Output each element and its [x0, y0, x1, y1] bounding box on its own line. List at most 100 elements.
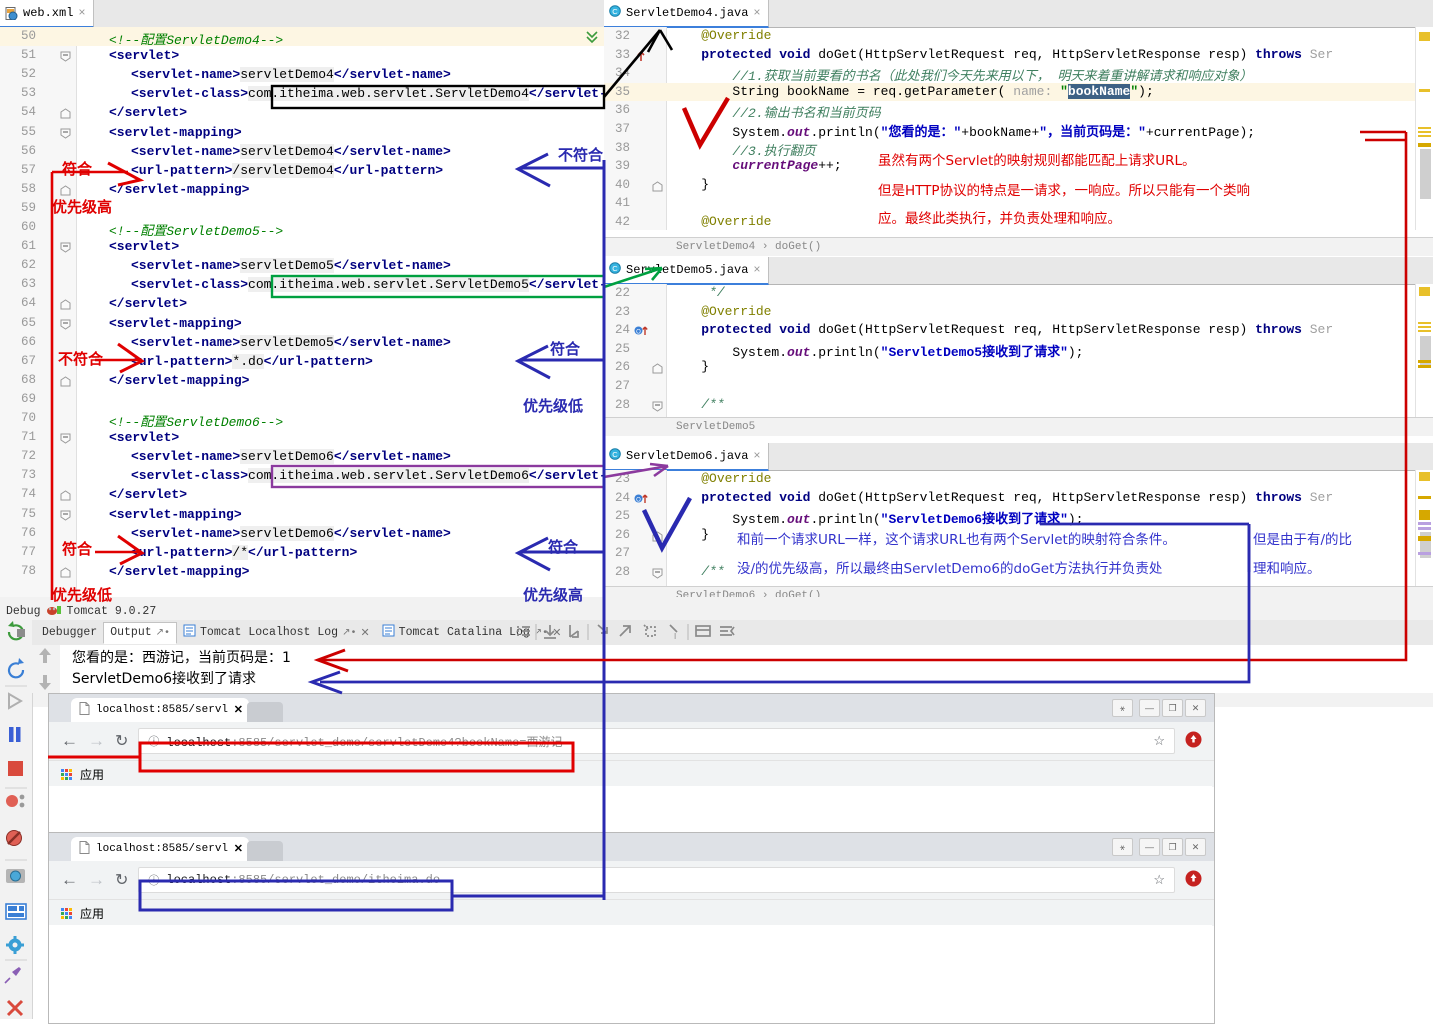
java-line-row[interactable]: 27	[604, 377, 1433, 396]
xml-line-row[interactable]: 64 </servlet>	[0, 294, 604, 313]
bookmark-apps-label[interactable]: 应用	[80, 905, 104, 922]
xml-line-row[interactable]: 65 <servlet-mapping>	[0, 314, 604, 333]
override-gutter-icon[interactable]	[636, 49, 648, 65]
tab-servletdemo4-java[interactable]: C ServletDemo4.java ×	[604, 0, 769, 28]
debug-tab-tomcat-localhost-log[interactable]: Tomcat Localhost Log ↗• ✕	[177, 623, 376, 643]
java-line-row[interactable]: 25 System.out.println("ServletDemo5接收到了请…	[604, 340, 1433, 360]
xml-line-row[interactable]: 51 <servlet>	[0, 46, 604, 65]
demo4-breadcrumb[interactable]: ServletDemo4 › doGet()	[604, 237, 1433, 256]
browser-top-newtab-ghost[interactable]	[247, 702, 283, 722]
info-circle-icon[interactable]: ⓘ	[148, 733, 159, 749]
back-arrow-icon[interactable]: ←	[61, 731, 78, 751]
java-line-row[interactable]: 24 O protected void doGet(HttpServletRequ…	[604, 321, 1433, 340]
reload-icon[interactable]: ↻	[115, 731, 128, 751]
xml-line-row[interactable]: 55 <servlet-mapping>	[0, 123, 604, 142]
debug-tab-output[interactable]: Output ↗•	[103, 621, 178, 644]
xml-line-row[interactable]: 71 <servlet>	[0, 428, 604, 447]
apps-grid-icon[interactable]	[61, 768, 72, 780]
java-line-row[interactable]: 35 String bookName = req.getParameter( n…	[604, 82, 1433, 102]
close-icon[interactable]: ×	[753, 263, 760, 277]
bookmark-star-icon[interactable]: ☆	[1153, 734, 1165, 749]
xml-line-row[interactable]: 54 </servlet>	[0, 103, 604, 122]
minimize-button[interactable]: —	[1139, 838, 1160, 856]
info-circle-icon[interactable]: ⓘ	[148, 872, 159, 888]
close-icon[interactable]: ✕	[360, 626, 369, 640]
xml-line-row[interactable]: 74 </servlet>	[0, 485, 604, 504]
demo4-marker-bar[interactable]	[1415, 27, 1433, 230]
profile-avatar-icon[interactable]: ⚹	[1112, 838, 1133, 856]
browser-top-tab[interactable]: localhost:8585/servlet ✕	[71, 698, 249, 722]
java-line-row[interactable]: 33 protected void doGet(HttpServletReque…	[604, 46, 1433, 65]
xml-line-row[interactable]: 73 <servlet-class>com.itheima.web.servlet…	[0, 466, 604, 485]
xml-line-row[interactable]: 53 <servlet-class>com.itheima.web.servlet…	[0, 84, 604, 103]
demo5-breadcrumb[interactable]: ServletDemo5	[604, 417, 1433, 436]
reload-icon[interactable]: ↻	[115, 870, 128, 890]
console-nav-column[interactable]	[32, 645, 60, 693]
inspection-chevron-icon[interactable]	[586, 31, 598, 46]
bookmark-star-icon[interactable]: ☆	[1153, 873, 1165, 888]
close-icon[interactable]: ×	[753, 6, 760, 20]
java-line-row[interactable]: 37 System.out.println("您看的是："+bookName+"…	[604, 120, 1433, 140]
xml-code-area[interactable]: 50 <!--配置ServletDemo4--> 51 <servlet> 52 <ser…	[0, 27, 604, 597]
java-line-row[interactable]: 26 }	[604, 358, 1433, 377]
java-line-row[interactable]: 28 /**	[604, 396, 1433, 415]
java-line-row[interactable]: 22 */	[604, 284, 1433, 303]
browser-bottom-newtab-ghost[interactable]	[247, 841, 283, 861]
back-arrow-icon[interactable]: ←	[61, 870, 78, 890]
apps-grid-icon[interactable]	[61, 907, 72, 919]
fold-marker-icon[interactable]	[60, 299, 71, 310]
xml-line-row[interactable]: 68 </servlet-mapping>	[0, 371, 604, 390]
xml-line-row[interactable]: 70 <!--配置ServletDemo6-->	[0, 409, 604, 430]
profile-avatar-icon[interactable]	[1185, 870, 1202, 890]
console-toolbar[interactable]: I	[510, 621, 770, 644]
demo4-code-area[interactable]: 32 @Override 33 protected void doGet(Http…	[604, 27, 1433, 230]
tab-servletdemo5-java[interactable]: C ServletDemo5.java ×	[604, 257, 769, 285]
fold-marker-icon[interactable]	[652, 363, 663, 377]
xml-line-row[interactable]: 72 <servlet-name>servletDemo6</servlet-na…	[0, 447, 604, 466]
xml-line-row[interactable]: 63 <servlet-class>com.itheima.web.servlet…	[0, 275, 604, 294]
fold-marker-icon[interactable]	[652, 181, 663, 195]
fold-marker-icon[interactable]	[60, 433, 71, 444]
fold-marker-icon[interactable]	[60, 128, 71, 139]
maximize-button[interactable]: ❐	[1162, 699, 1183, 717]
java-line-row[interactable]: 32 @Override	[604, 27, 1433, 46]
demo5-marker-bar[interactable]	[1415, 284, 1433, 417]
xml-line-row[interactable]: 78 </servlet-mapping>	[0, 562, 604, 581]
browser-bottom-tab[interactable]: localhost:8585/servlet ✕	[71, 837, 249, 861]
tab-web-xml[interactable]: web.xml ×	[0, 0, 94, 28]
override-gutter-icon[interactable]: O	[634, 324, 650, 340]
browser-bottom-window-controls[interactable]: ⚹ — ❐ ✕	[1112, 838, 1206, 856]
xml-line-row[interactable]: 69	[0, 390, 604, 409]
fold-marker-icon[interactable]	[652, 531, 663, 545]
xml-line-row[interactable]: 50 <!--配置ServletDemo4-->	[0, 27, 604, 48]
java-line-row[interactable]: 34 //1.获取当前要看的书名（此处我们今天先来用以下， 明天来着重讲解请求和…	[604, 64, 1433, 84]
xml-line-row[interactable]: 62 <servlet-name>servletDemo5</servlet-na…	[0, 256, 604, 275]
forward-arrow-icon[interactable]: →	[88, 870, 105, 890]
fold-marker-icon[interactable]	[60, 51, 71, 62]
fold-marker-icon[interactable]	[652, 568, 663, 582]
xml-line-row[interactable]: 52 <servlet-name>servletDemo4</servlet-na…	[0, 65, 604, 84]
java-line-row[interactable]: 23 @Override	[604, 470, 1433, 489]
console-output[interactable]: 您看的是：西游记，当前页码是：1 ServletDemo6接收到了请求	[60, 645, 1433, 693]
browser-top-window-controls[interactable]: ⚹ — ❐ ✕	[1112, 699, 1206, 717]
demo5-code-area[interactable]: 22 */23 @Override 24 O protected void doGe…	[604, 284, 1433, 417]
tab-servletdemo6-java[interactable]: C ServletDemo6.java ×	[604, 443, 769, 471]
close-icon[interactable]: ×	[753, 449, 760, 463]
debug-config-name[interactable]: Tomcat 9.0.27	[67, 605, 157, 618]
java-line-row[interactable]: 25 System.out.println("ServletDemo6接收到了请…	[604, 507, 1433, 527]
java-line-row[interactable]: 24 O protected void doGet(HttpServletRequ…	[604, 489, 1433, 508]
xml-line-row[interactable]: 60 <!--配置ServletDemo5-->	[0, 218, 604, 239]
fold-marker-icon[interactable]	[652, 401, 663, 415]
close-button[interactable]: ✕	[1185, 838, 1206, 856]
override-gutter-icon[interactable]: O	[634, 492, 650, 508]
browser-bottom-url-input[interactable]: ⓘ localhost:8585/servlet_demo/itheima.do…	[138, 867, 1175, 893]
close-button[interactable]: ✕	[1185, 699, 1206, 717]
profile-avatar-icon[interactable]: ⚹	[1112, 699, 1133, 717]
fold-marker-icon[interactable]	[60, 185, 71, 196]
java-line-row[interactable]: 36 //2.输出书名和当前页码	[604, 101, 1433, 121]
close-icon[interactable]: ×	[78, 6, 85, 20]
pin-tab-icon[interactable]: ↗•	[342, 627, 356, 639]
minimize-button[interactable]: —	[1139, 699, 1160, 717]
debug-left-toolstrip[interactable]: ?	[0, 620, 33, 1019]
profile-avatar-icon[interactable]	[1185, 731, 1202, 751]
